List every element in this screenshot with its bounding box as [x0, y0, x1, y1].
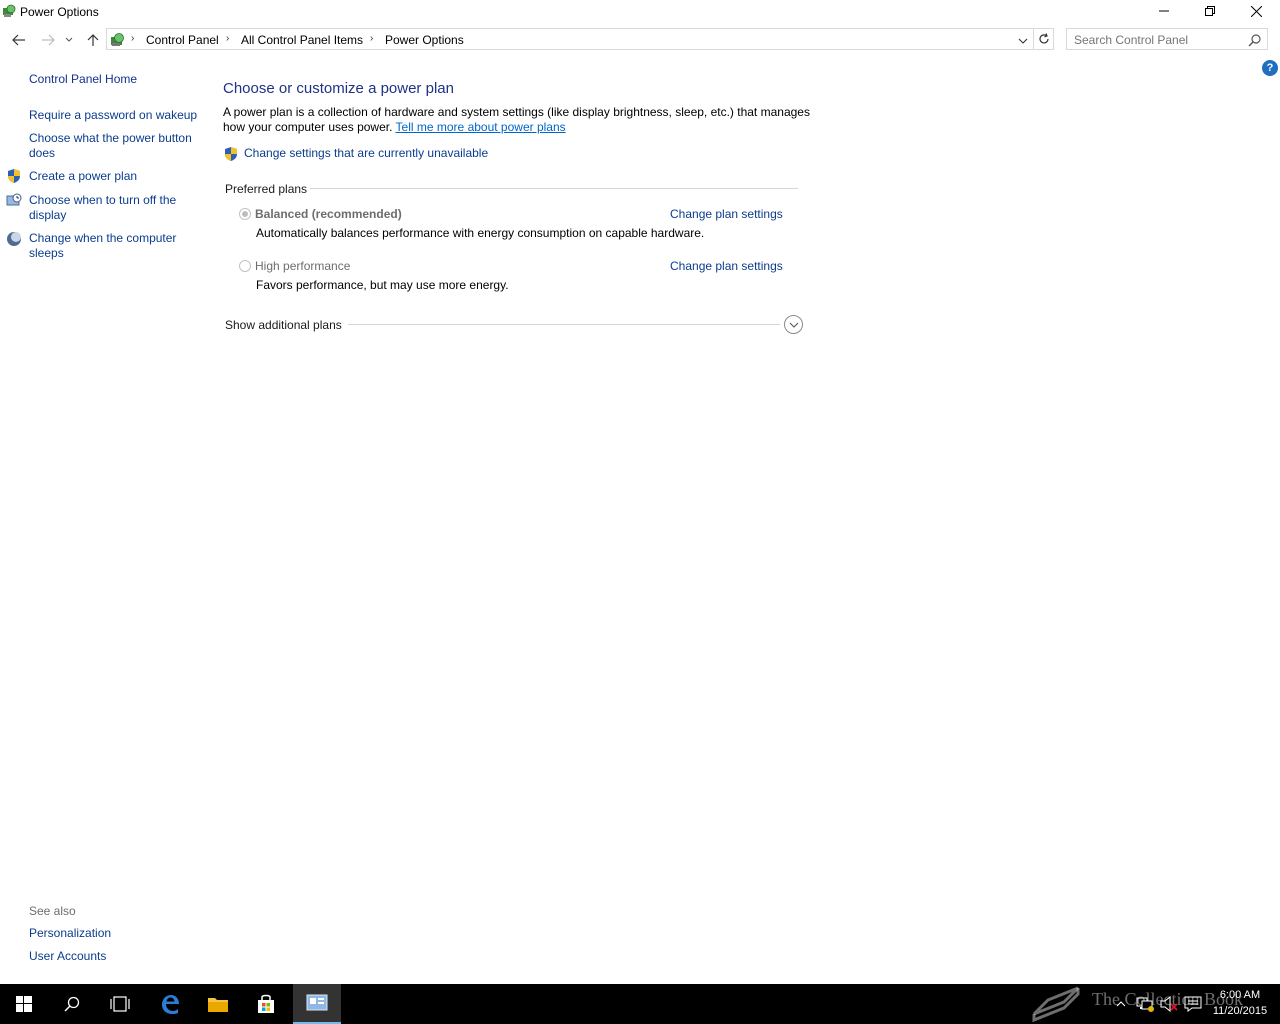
network-tray-button[interactable]: [1136, 995, 1154, 1013]
breadcrumb-power-options[interactable]: Power Options: [385, 33, 464, 47]
book-logo-icon: [1032, 986, 1080, 1023]
learn-more-link[interactable]: Tell me more about power plans: [396, 120, 566, 134]
power-button-link[interactable]: Choose what the power button does: [29, 131, 199, 161]
recent-locations-button[interactable]: [62, 30, 76, 50]
high-performance-plan-radio[interactable]: [239, 260, 251, 272]
network-icon: [1136, 997, 1154, 1012]
navigation-bar: › Control Panel › All Control Panel Item…: [0, 26, 1280, 54]
taskbar: The Collection Book 6:00 AM 11/20/2015: [0, 984, 1280, 1024]
breadcrumb-separator-icon: ›: [226, 33, 230, 44]
windows-logo-icon: [16, 996, 32, 1012]
page-title: Choose or customize a power plan: [223, 80, 454, 97]
restore-button[interactable]: [1187, 0, 1233, 22]
chevron-down-icon: [789, 322, 798, 328]
divider: [310, 188, 798, 189]
start-button[interactable]: [0, 984, 48, 1024]
page-description: A power plan is a collection of hardware…: [223, 105, 813, 135]
file-explorer-button[interactable]: [194, 984, 242, 1024]
balanced-plan-description: Automatically balances performance with …: [256, 226, 705, 240]
refresh-icon: [1038, 33, 1049, 44]
shield-icon: [8, 169, 20, 183]
show-additional-plans-label[interactable]: Show additional plans: [225, 318, 342, 332]
shield-icon: [225, 147, 237, 161]
breadcrumb-separator-icon: ›: [370, 33, 374, 44]
change-unavailable-link[interactable]: Change settings that are currently unava…: [244, 146, 488, 160]
balanced-plan-radio[interactable]: [239, 208, 251, 220]
show-hidden-icons-button[interactable]: [1112, 995, 1130, 1013]
control-panel-icon: [111, 33, 124, 46]
breadcrumb-control-panel[interactable]: Control Panel: [146, 33, 219, 47]
up-arrow-icon: [87, 34, 99, 46]
sleep-moon-icon: [7, 232, 21, 246]
display-clock-icon: [6, 193, 22, 206]
left-pane: Control Panel Home Require a password on…: [0, 56, 205, 982]
personalization-link[interactable]: Personalization: [29, 926, 199, 941]
search-button[interactable]: [48, 984, 96, 1024]
refresh-button[interactable]: [1034, 28, 1054, 50]
minimize-button[interactable]: [1141, 0, 1187, 22]
high-performance-plan-description: Favors performance, but may use more ene…: [256, 278, 509, 292]
close-icon: [1250, 5, 1262, 17]
create-power-plan-link[interactable]: Create a power plan: [29, 169, 199, 184]
help-button[interactable]: ?: [1262, 60, 1278, 76]
chevron-up-icon: [1116, 1001, 1126, 1007]
balanced-change-settings-link[interactable]: Change plan settings: [670, 207, 783, 221]
back-arrow-icon: [12, 34, 25, 46]
title-bar: Power Options: [0, 0, 1280, 24]
see-also-label: See also: [29, 904, 76, 918]
address-bar[interactable]: › Control Panel › All Control Panel Item…: [106, 28, 1034, 50]
window-title: Power Options: [20, 5, 99, 19]
control-panel-taskbar-button[interactable]: [293, 984, 341, 1024]
search-icon[interactable]: [1248, 33, 1262, 47]
store-bag-icon: [258, 994, 274, 1013]
up-button[interactable]: [83, 30, 103, 50]
forward-button[interactable]: [38, 30, 58, 50]
balanced-plan-name[interactable]: Balanced (recommended): [255, 207, 402, 221]
folder-icon: [208, 998, 228, 1012]
turn-off-display-link[interactable]: Choose when to turn off the display: [29, 193, 199, 223]
chevron-down-icon: [1018, 38, 1028, 44]
search-icon: [64, 996, 80, 1012]
require-password-link[interactable]: Require a password on wakeup: [29, 108, 199, 123]
search-input[interactable]: [1074, 32, 1244, 47]
minimize-icon: [1159, 10, 1169, 12]
help-icon: ?: [1266, 62, 1274, 74]
forward-arrow-icon: [42, 34, 55, 46]
task-view-icon: [110, 996, 130, 1012]
clock-time[interactable]: 6:00 AM: [1216, 989, 1264, 1001]
edge-icon: [162, 995, 179, 1014]
computer-sleeps-link[interactable]: Change when the computer sleeps: [29, 231, 199, 261]
action-center-icon: [1184, 996, 1202, 1012]
high-performance-plan-name[interactable]: High performance: [255, 259, 350, 273]
volume-tray-button[interactable]: [1160, 995, 1178, 1013]
address-history-button[interactable]: [1015, 33, 1031, 49]
chevron-down-icon: [65, 37, 73, 42]
preferred-plans-label: Preferred plans: [225, 182, 308, 196]
user-accounts-link[interactable]: User Accounts: [29, 949, 199, 964]
edge-browser-button[interactable]: [146, 984, 194, 1024]
restore-icon: [1205, 6, 1215, 16]
expand-additional-plans-button[interactable]: [784, 315, 803, 334]
high-performance-change-settings-link[interactable]: Change plan settings: [670, 259, 783, 273]
close-button[interactable]: [1233, 0, 1279, 22]
breadcrumb-separator-icon: ›: [131, 33, 135, 44]
task-view-button[interactable]: [96, 984, 144, 1024]
power-options-icon: [3, 4, 16, 17]
control-panel-home-link[interactable]: Control Panel Home: [29, 72, 199, 87]
action-center-button[interactable]: [1184, 995, 1202, 1013]
back-button[interactable]: [9, 30, 29, 50]
control-panel-icon: [306, 994, 328, 1011]
search-box[interactable]: [1066, 28, 1268, 50]
divider: [348, 324, 780, 325]
store-button[interactable]: [242, 984, 290, 1024]
breadcrumb-all-items[interactable]: All Control Panel Items: [241, 33, 363, 47]
volume-muted-icon: [1160, 996, 1178, 1012]
clock-date[interactable]: 11/20/2015: [1208, 1005, 1272, 1017]
